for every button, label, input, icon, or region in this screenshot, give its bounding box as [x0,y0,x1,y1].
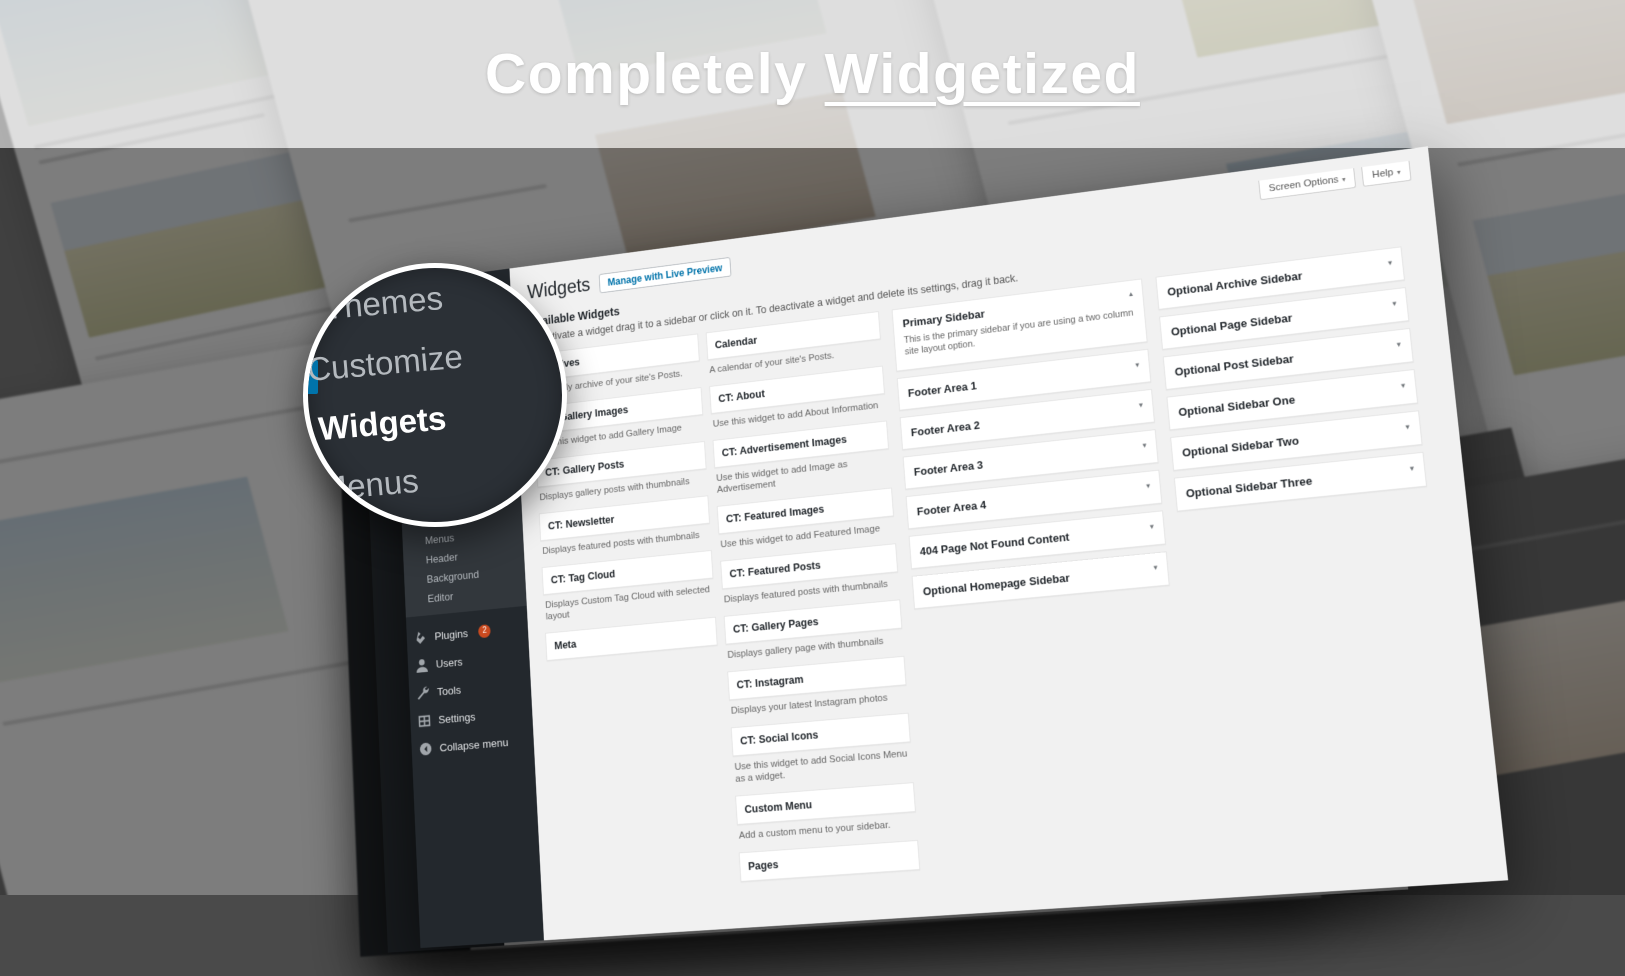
available-widgets-column-right: Calendar A calendar of your site's Posts… [705,311,921,887]
sidebar-panel-title: Optional Homepage Sidebar [922,571,1071,599]
chevron-up-icon[interactable]: ▴ [1122,289,1134,300]
sidebar-panel-title: Optional Page Sidebar [1170,311,1293,339]
chevron-down-icon[interactable]: ▾ [1135,441,1147,452]
title-plain: Completely [485,42,825,106]
chevron-down-icon[interactable]: ▾ [1139,481,1151,492]
settings-icon [417,712,432,729]
sidebar-item-label: Plugins [434,626,469,643]
magnified-item-widgets: Widgets [316,399,448,448]
chevron-down-icon[interactable]: ▾ [1398,422,1410,433]
user-icon [414,657,429,674]
chevron-down-icon[interactable]: ▾ [1143,522,1155,533]
help-label: Help [1371,167,1394,181]
sidebar-panel-title: Footer Area 3 [913,458,984,479]
widget-card[interactable]: Meta [545,616,718,661]
magnifier-loupe: Themes Customize Widgets Menus Header [303,263,567,527]
available-widgets-list: Archives A monthly archive of your site'… [530,311,921,899]
chevron-down-icon[interactable]: ▾ [1393,381,1406,392]
sidebar-panel-title: 404 Page Not Found Content [919,530,1070,558]
chevron-down-icon: ▾ [1396,168,1402,177]
widget-card[interactable]: Pages [738,839,921,882]
sidebar-item-label: Tools [436,683,462,698]
sidebar-panel-title: Optional Sidebar One [1177,392,1296,419]
plug-icon [413,629,428,646]
admin-content: Screen Options ▾ Help ▾ Widgets Manage wit… [509,146,1509,941]
sidebar-item-label: Collapse menu [439,735,509,754]
sidebar-panel-title: Footer Area 1 [907,379,978,400]
chevron-down-icon[interactable]: ▾ [1402,464,1414,475]
chevron-down-icon[interactable]: ▾ [1132,400,1144,411]
sidebar-panel-title: Optional Archive Sidebar [1166,269,1303,299]
plugins-update-badge: 2 [478,624,492,639]
banner: Completely Widgetized [0,0,1625,148]
sidebar-item-label: Users [435,655,463,670]
sidebar-panel-title: Optional Post Sidebar [1174,352,1295,379]
sidebar-panel-title: Footer Area 4 [916,498,987,519]
manage-with-live-preview-button[interactable]: Manage with Live Preview [598,256,732,293]
chevron-down-icon[interactable]: ▾ [1389,340,1401,351]
page-title: Completely Widgetized [485,41,1140,107]
sidebar-item-label: Settings [438,710,476,726]
chevron-down-icon[interactable]: ▾ [1380,258,1393,269]
magnified-submenu: Themes Customize Widgets Menus Header [305,268,562,522]
wrench-icon [416,684,431,701]
sidebar-panel-title: Optional Sidebar Two [1181,433,1300,460]
chevron-down-icon: ▾ [1341,175,1347,184]
magnified-item-menus: Menus [318,461,421,508]
sidebar-panel-title: Footer Area 2 [910,418,981,439]
screen-options-label: Screen Options [1268,174,1340,194]
wordpress-admin-screen[interactable]: Dashboard Posts Media Pages Slides Comme [391,146,1509,949]
widgets-columns: Archives A monthly archive of your site'… [530,244,1483,899]
magnified-item-customize: Customize [305,337,465,388]
sidebars-column-primary: Primary Sidebar ▴ This is the primary si… [891,278,1171,617]
chevron-down-icon[interactable]: ▾ [1385,299,1397,310]
title-underlined: Widgetized [824,42,1140,106]
chevron-down-icon[interactable]: ▾ [1146,563,1158,574]
sidebars-column-optional: Optional Archive Sidebar ▾ Optional Page… [1155,246,1428,518]
chevron-down-icon[interactable]: ▾ [1128,360,1140,371]
sidebar-panel-title: Optional Sidebar Three [1185,474,1313,501]
magnified-item-themes: Themes [322,279,445,327]
collapse-icon [418,740,433,757]
